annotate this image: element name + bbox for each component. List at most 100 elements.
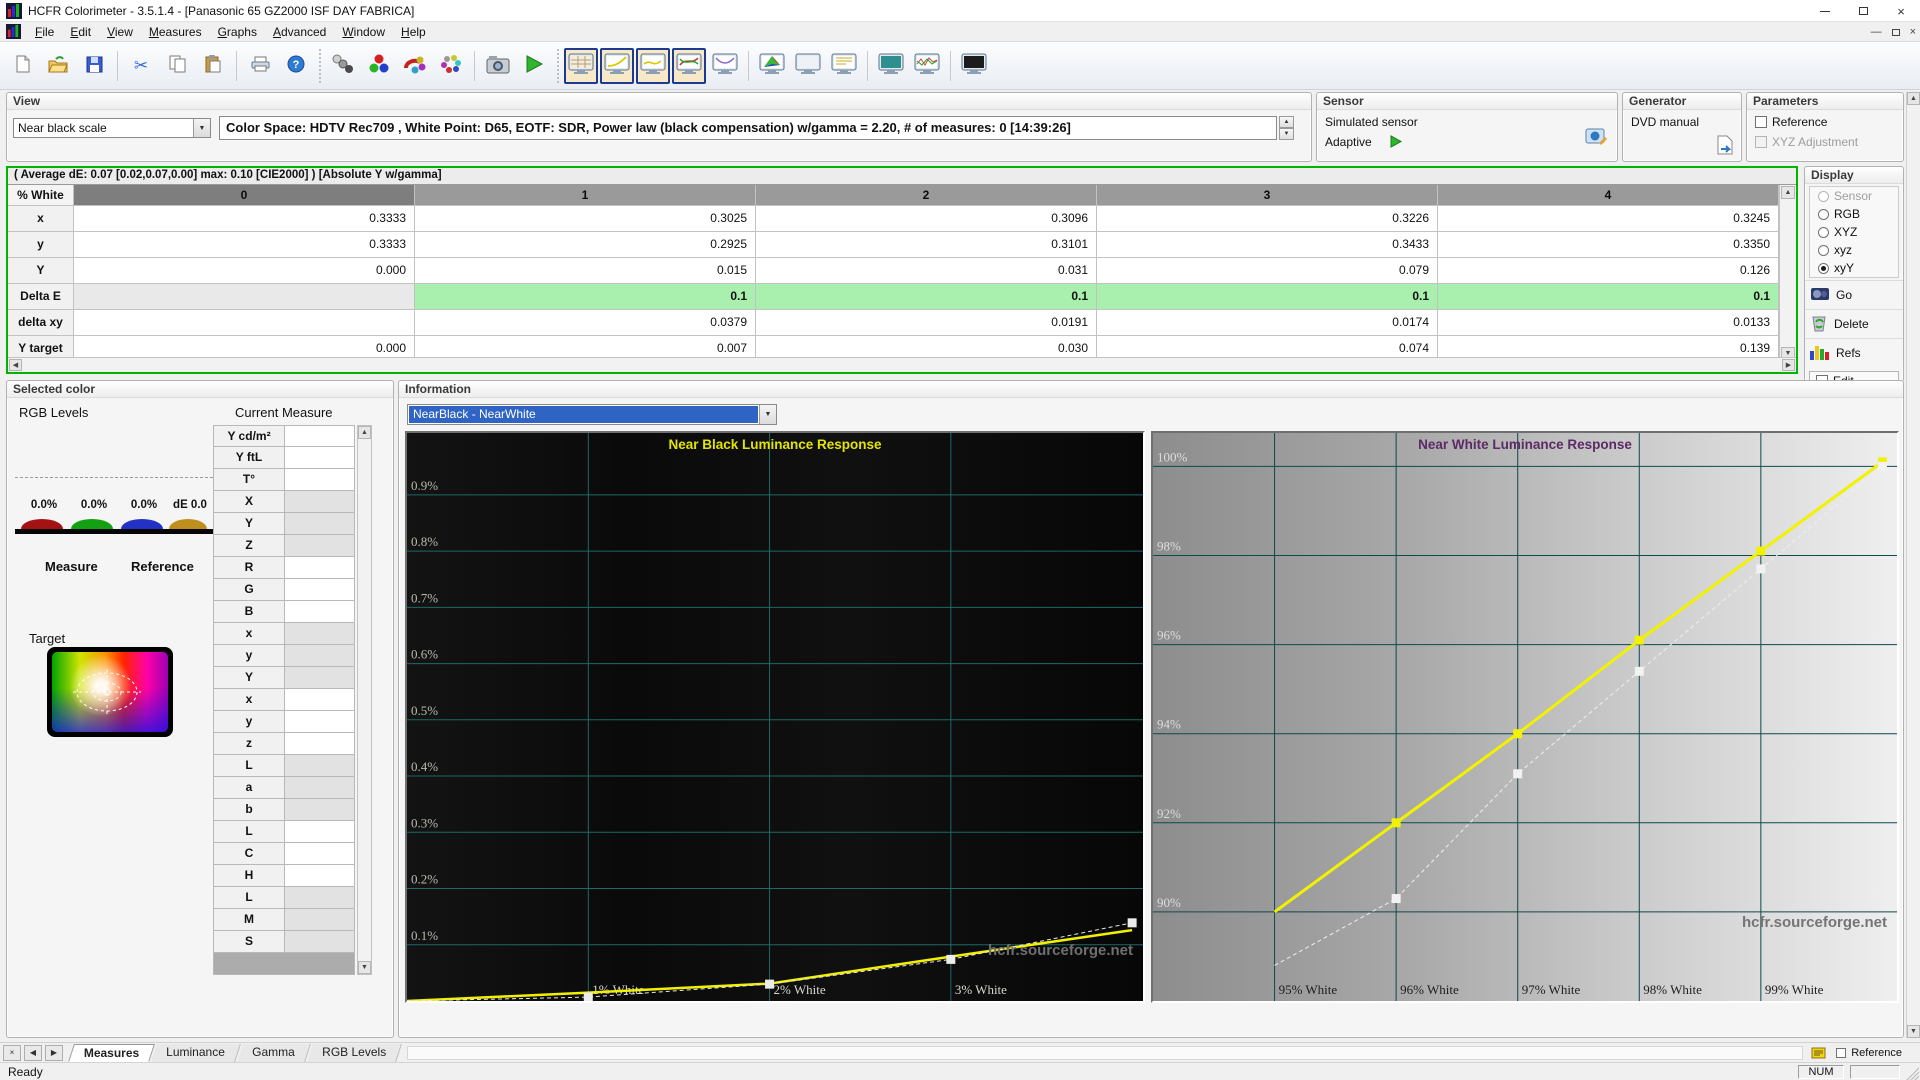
minimize-button[interactable] — [1806, 0, 1844, 22]
tab-close-icon[interactable]: × — [3, 1045, 21, 1061]
measure-row-value[interactable] — [285, 447, 355, 469]
graph-doc-icon-button[interactable] — [827, 48, 861, 84]
measure-row-value[interactable] — [285, 557, 355, 579]
measure-row-value[interactable] — [285, 733, 355, 755]
generator-settings-icon[interactable] — [1715, 135, 1735, 157]
paste-icon-button[interactable] — [196, 48, 230, 84]
cell-y-4[interactable]: 0.126 — [1438, 258, 1779, 284]
rgb-balls-icon-button[interactable] — [362, 48, 396, 84]
column-header-2[interactable]: 2 — [756, 185, 1097, 206]
menu-edit[interactable]: Edit — [62, 22, 99, 42]
measure-row-value[interactable] — [285, 865, 355, 887]
cell-x-4[interactable]: 0.3245 — [1438, 206, 1779, 232]
restore-button[interactable] — [1844, 0, 1882, 22]
measure-row-value[interactable] — [285, 843, 355, 865]
checkbox-icon[interactable] — [1755, 116, 1767, 128]
measures-horizontal-scrollbar[interactable]: ◀ ▶ — [8, 357, 1796, 372]
menu-help[interactable]: Help — [393, 22, 434, 42]
menu-file[interactable]: File — [27, 22, 62, 42]
cell-y-0[interactable]: 0.3333 — [74, 232, 415, 258]
graph-grid-icon-button[interactable] — [564, 48, 598, 84]
measure-row-value[interactable] — [285, 909, 355, 931]
checkbox-icon[interactable] — [1836, 1048, 1846, 1058]
cell-y-0[interactable]: 0.000 — [74, 258, 415, 284]
measure-row-value[interactable] — [285, 755, 355, 777]
chevron-down-icon[interactable]: ▼ — [759, 405, 776, 424]
cell-x-1[interactable]: 0.3025 — [415, 206, 756, 232]
open-file-icon-button[interactable] — [41, 48, 75, 84]
column-header-4[interactable]: 4 — [1438, 185, 1779, 206]
measure-row-value[interactable] — [285, 579, 355, 601]
run-play-icon-button[interactable] — [517, 48, 551, 84]
cell-y-1[interactable]: 0.015 — [415, 258, 756, 284]
cell-delta-xy-3[interactable]: 0.0174 — [1097, 310, 1438, 336]
cell-delta-xy-1[interactable]: 0.0379 — [415, 310, 756, 336]
radio-icon[interactable] — [1818, 263, 1829, 274]
cell-y-3[interactable]: 0.3433 — [1097, 232, 1438, 258]
cell-y-3[interactable]: 0.079 — [1097, 258, 1438, 284]
graph-cie-icon-button[interactable] — [755, 48, 789, 84]
spinner-up-button[interactable]: ▲ — [1279, 116, 1294, 128]
cell-delta-e-0[interactable] — [74, 284, 415, 310]
information-select[interactable]: NearBlack - NearWhite ▼ — [407, 404, 777, 425]
measure-row-value[interactable] — [285, 425, 355, 447]
cell-delta-xy-4[interactable]: 0.0133 — [1438, 310, 1779, 336]
cell-y-1[interactable]: 0.2925 — [415, 232, 756, 258]
display-radio-rgb[interactable]: RGB — [1810, 205, 1898, 223]
graph-nearblack-icon-button[interactable] — [636, 48, 670, 84]
mdi-minimize-button[interactable]: — — [1871, 26, 1882, 38]
menu-graphs[interactable]: Graphs — [210, 22, 265, 42]
measure-row-value[interactable] — [285, 513, 355, 535]
cell-x-2[interactable]: 0.3096 — [756, 206, 1097, 232]
radio-icon[interactable] — [1818, 209, 1829, 220]
tab-luminance[interactable]: Luminance — [151, 1044, 241, 1062]
row-label-y[interactable]: y — [8, 232, 74, 258]
scroll-down-icon[interactable]: ▼ — [1907, 1025, 1920, 1038]
measure-row-value[interactable] — [285, 887, 355, 909]
scroll-up-icon[interactable]: ▲ — [358, 426, 371, 439]
row-label-y[interactable]: Y — [8, 258, 74, 284]
graph-waveform-icon-button[interactable] — [910, 48, 944, 84]
measure-row-value[interactable] — [285, 689, 355, 711]
cell-delta-e-4[interactable]: 0.1 — [1438, 284, 1779, 310]
radio-icon[interactable] — [1818, 245, 1829, 256]
cell-delta-xy-2[interactable]: 0.0191 — [756, 310, 1097, 336]
display-radio-xyz[interactable]: XYZ — [1810, 223, 1898, 241]
client-vertical-scrollbar[interactable]: ▲ ▼ — [1906, 92, 1920, 1038]
sensor-chain-icon-button[interactable] — [326, 48, 360, 84]
measure-row-value[interactable] — [285, 645, 355, 667]
scroll-down-icon[interactable]: ▼ — [358, 961, 371, 974]
column-header-1[interactable]: 1 — [415, 185, 756, 206]
resize-grip[interactable] — [1906, 1067, 1919, 1080]
menu-window[interactable]: Window — [334, 22, 393, 42]
cell-delta-xy-0[interactable] — [74, 310, 415, 336]
mdi-close-button[interactable]: × — [1910, 26, 1916, 38]
tab-scroll-right-icon[interactable]: ▶ — [45, 1045, 63, 1061]
measures-vertical-scrollbar[interactable]: ▲ ▼ — [1779, 185, 1796, 361]
cut-icon-button[interactable]: ✂ — [124, 48, 158, 84]
tab-scroll-left-icon[interactable]: ◀ — [24, 1045, 42, 1061]
column-header-0[interactable]: 0 — [74, 185, 415, 206]
measure-row-value[interactable] — [285, 667, 355, 689]
display-radio-xyy[interactable]: xyY — [1810, 259, 1898, 277]
copy-icon-button[interactable] — [160, 48, 194, 84]
help-icon-button[interactable]: ? — [279, 48, 313, 84]
tab-measures[interactable]: Measures — [68, 1044, 155, 1062]
spinner-down-button[interactable]: ▼ — [1279, 128, 1294, 140]
scroll-right-icon[interactable]: ▶ — [1782, 359, 1795, 371]
column-header-3[interactable]: 3 — [1097, 185, 1438, 206]
measure-row-value[interactable] — [285, 711, 355, 733]
scroll-up-icon[interactable]: ▲ — [1781, 186, 1795, 199]
chevron-down-icon[interactable]: ▼ — [193, 119, 210, 137]
cell-delta-e-3[interactable]: 0.1 — [1097, 284, 1438, 310]
bottom-reference-checkbox[interactable]: Reference — [1836, 1047, 1902, 1059]
scroll-left-icon[interactable]: ◀ — [9, 359, 22, 371]
cell-delta-e-2[interactable]: 0.1 — [756, 284, 1097, 310]
notification-icon[interactable] — [1811, 1046, 1826, 1060]
measure-row-value[interactable] — [285, 601, 355, 623]
sensor-settings-icon[interactable] — [1585, 125, 1609, 149]
measure-row-value[interactable] — [285, 623, 355, 645]
measure-row-value[interactable] — [285, 777, 355, 799]
measure-row-value[interactable] — [285, 931, 355, 953]
row-label-x[interactable]: x — [8, 206, 74, 232]
